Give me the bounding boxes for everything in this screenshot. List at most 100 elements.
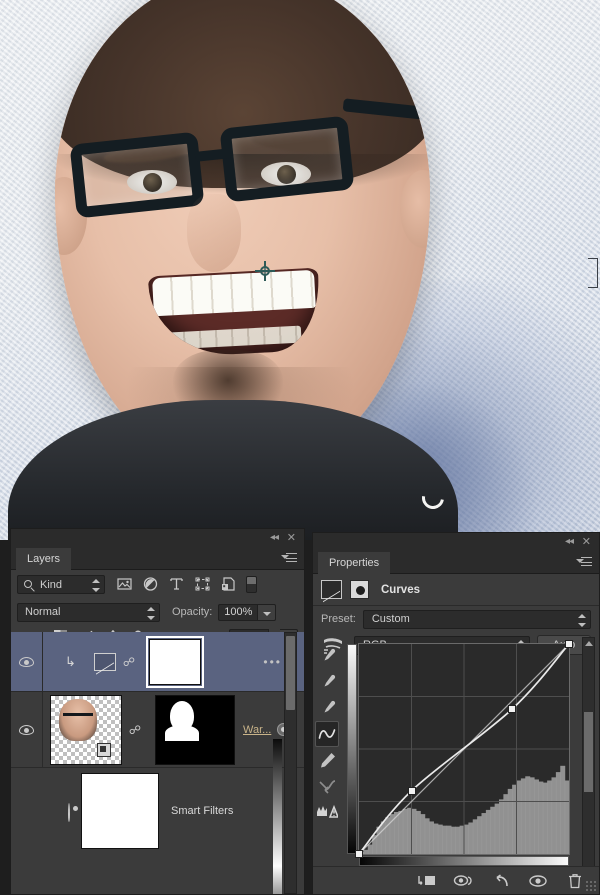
layer-options-dots[interactable]: ••• xyxy=(263,655,282,669)
eye-icon xyxy=(68,803,70,822)
curve-control-point-0[interactable] xyxy=(355,850,363,858)
link-layers-icon[interactable]: ☍ xyxy=(123,654,135,670)
preset-row: Preset: Custom xyxy=(313,606,599,632)
pixel-layers-filter-icon[interactable] xyxy=(117,577,132,592)
layer-mask-thumbnail[interactable] xyxy=(155,694,235,765)
layer-kind-select[interactable]: Kind xyxy=(17,575,105,594)
smart-object-filter-icon[interactable] xyxy=(221,577,236,592)
black-point-eyedropper-icon[interactable] xyxy=(315,669,339,695)
glasses-temple xyxy=(342,98,430,123)
layers-tabstrip: Layers xyxy=(11,548,304,570)
table-row[interactable]: ↳ ☍ ••• xyxy=(11,632,304,692)
tab-properties[interactable]: Properties xyxy=(318,552,391,574)
properties-panel: ◂◂ ✕ Properties Curves Preset: Custom xyxy=(312,532,600,895)
smart-object-badge-icon xyxy=(97,742,111,757)
toggle-layer-visibility-preview-button[interactable] xyxy=(448,870,480,892)
layer-list-gradient-strip xyxy=(273,739,282,866)
input-gradient-bar xyxy=(353,856,575,887)
curves-adjustment-thumbnail-icon[interactable] xyxy=(93,652,116,671)
table-row[interactable]: ☍ War... xyxy=(11,692,304,768)
properties-tabstrip: Properties xyxy=(313,552,599,574)
smooth-curve-tool-icon[interactable] xyxy=(315,773,339,799)
chevron-updown-icon xyxy=(147,606,155,620)
layer-kind-value: Kind xyxy=(40,578,63,591)
lower-teeth xyxy=(168,325,302,350)
filter-enable-toggle[interactable] xyxy=(246,576,257,593)
layer-list: ↳ ☍ ••• ☍ War... Smart Filters xyxy=(11,632,304,894)
opacity-value[interactable]: 100% xyxy=(218,603,259,621)
layers-panel-titlebar[interactable]: ◂◂ ✕ xyxy=(11,529,304,548)
layers-scrollbar-thumb[interactable] xyxy=(286,636,295,710)
shape-layers-filter-icon[interactable] xyxy=(195,577,210,592)
smart-filter-thumbnail[interactable] xyxy=(81,773,159,849)
curves-graph[interactable] xyxy=(347,640,575,887)
gray-point-eyedropper-icon[interactable] xyxy=(315,695,339,721)
lens-left xyxy=(69,131,205,219)
layers-panel-menu-icon[interactable] xyxy=(281,553,297,565)
curve-edit-point-tool-icon[interactable] xyxy=(315,721,339,747)
layers-scrollbar[interactable] xyxy=(284,632,297,894)
layers-close-icon[interactable]: ✕ xyxy=(287,533,296,544)
properties-header: Curves xyxy=(313,574,599,606)
layer-name[interactable]: War... xyxy=(243,724,271,736)
link-layers-icon[interactable]: ☍ xyxy=(129,722,141,738)
eye-icon xyxy=(19,724,34,735)
smart-object-thumbnail[interactable] xyxy=(50,694,122,765)
curves-plot xyxy=(359,644,569,854)
layer-filter-icons xyxy=(117,577,236,592)
properties-scrollbar-thumb[interactable] xyxy=(584,712,593,792)
upper-teeth xyxy=(152,269,316,317)
nose xyxy=(187,194,241,272)
curve-control-point-3[interactable] xyxy=(565,640,573,648)
properties-panel-menu-icon[interactable] xyxy=(576,557,592,569)
layer-visibility-toggle[interactable] xyxy=(11,632,43,691)
blend-mode-select[interactable]: Normal xyxy=(17,602,160,622)
mask-thumbnail-icon[interactable] xyxy=(350,580,369,599)
tab-layers[interactable]: Layers xyxy=(16,548,72,570)
target-cursor xyxy=(255,261,275,281)
curve-control-point-2[interactable] xyxy=(508,705,517,714)
chevron-updown-icon xyxy=(578,613,586,627)
preset-select[interactable]: Custom xyxy=(362,609,591,629)
adjustment-layers-filter-icon[interactable] xyxy=(143,577,158,592)
resize-grip[interactable] xyxy=(585,880,597,892)
layer-list-gradient-strip-2 xyxy=(273,866,282,894)
reset-adjustment-button[interactable] xyxy=(485,870,517,892)
layers-panel: ◂◂ ✕ Layers Kind Normal Opacity: 100% ↳ … xyxy=(10,528,305,895)
smart-filter-visibility-toggle[interactable] xyxy=(68,803,70,822)
layer-visibility-toggle[interactable] xyxy=(11,692,43,767)
opacity-dropdown-icon[interactable] xyxy=(258,603,277,621)
lens-right xyxy=(219,115,355,203)
layer-mask-thumbnail[interactable] xyxy=(145,635,204,688)
properties-close-icon[interactable]: ✕ xyxy=(582,537,591,548)
pencil-draw-curve-tool-icon[interactable] xyxy=(315,747,339,773)
clipping-warning-icon[interactable] xyxy=(315,799,339,825)
list-item[interactable]: Smart Filters xyxy=(11,768,304,854)
clipping-mask-arrow-icon: ↳ xyxy=(65,653,76,669)
properties-panel-titlebar[interactable]: ◂◂ ✕ xyxy=(313,533,599,552)
clip-to-layer-button[interactable] xyxy=(411,870,443,892)
type-layers-filter-icon[interactable] xyxy=(169,577,184,592)
layer-filter-row: Kind xyxy=(11,570,304,599)
sample-in-image-eyedropper-icon[interactable] xyxy=(315,643,339,669)
eye-icon xyxy=(19,656,34,667)
preset-value: Custom xyxy=(371,613,410,625)
layers-collapse-icon[interactable]: ◂◂ xyxy=(270,533,279,543)
page-title: Curves xyxy=(381,583,420,596)
smart-filters-label: Smart Filters xyxy=(171,805,234,817)
search-icon xyxy=(24,580,32,588)
scroll-up-arrow-icon[interactable] xyxy=(585,641,593,646)
edge-bracket-marker xyxy=(588,258,598,288)
opacity-label: Opacity: xyxy=(172,606,213,618)
properties-scrollbar[interactable] xyxy=(582,637,595,882)
curve-control-point-1[interactable] xyxy=(407,786,416,795)
blend-mode-row: Normal Opacity: 100% xyxy=(11,599,304,625)
curves-adjustment-icon xyxy=(321,580,342,599)
blend-mode-value: Normal xyxy=(25,606,61,618)
output-gradient-bar xyxy=(347,644,357,854)
image-canvas[interactable] xyxy=(0,0,600,540)
properties-collapse-icon[interactable]: ◂◂ xyxy=(565,537,574,547)
view-previous-state-eye-button[interactable] xyxy=(522,870,554,892)
properties-bottom-toolbar xyxy=(313,866,599,894)
target-cursor-ring xyxy=(260,266,270,276)
